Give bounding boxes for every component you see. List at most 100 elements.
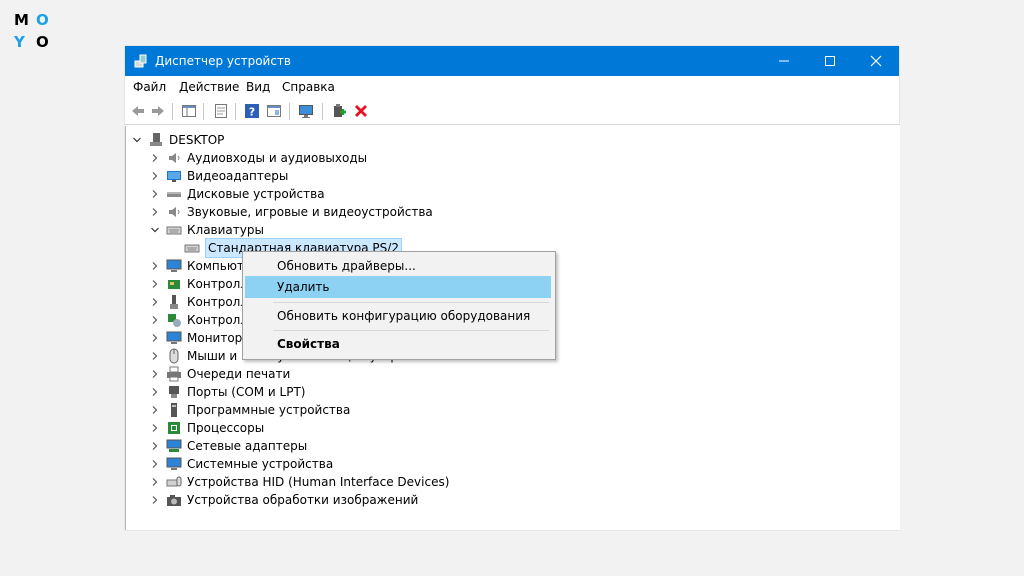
imaging-device-icon (167, 495, 181, 506)
context-menu-item-scan-hardware[interactable]: Обновить конфигурацию оборудования (245, 305, 551, 327)
speaker-icon (169, 153, 180, 163)
tree-item-label: Аудиовходы и аудиовыходы (187, 151, 368, 165)
context-menu-item-label: Удалить (277, 280, 330, 294)
tree-category[interactable]: Звуковые, игровые и видеоустройства (126, 203, 626, 221)
tree-category[interactable]: Сетевые адаптеры (126, 437, 626, 455)
tree-item-label: Устройства HID (Human Interface Devices) (187, 475, 450, 489)
chevron-right-icon[interactable] (150, 279, 160, 289)
chevron-down-icon[interactable] (150, 225, 160, 235)
tree-category[interactable]: Порты (COM и LPT) (126, 383, 626, 401)
tree-category[interactable]: Системные устройства (126, 455, 626, 473)
tree-category[interactable]: Аудиовходы и аудиовыходы (126, 149, 626, 167)
logo-letter: M (14, 11, 29, 29)
chevron-right-icon[interactable] (150, 441, 160, 451)
monitor-icon[interactable] (298, 103, 314, 119)
context-menu-item-label: Свойства (277, 337, 340, 351)
help-icon[interactable]: ? (244, 103, 260, 119)
context-menu-item-update-driver[interactable]: Обновить драйверы... (245, 255, 551, 277)
toolbar-separator (203, 103, 204, 120)
usb-icon (170, 295, 178, 309)
chevron-right-icon[interactable] (150, 261, 160, 271)
logo-letter: Y (14, 33, 25, 51)
maximize-button[interactable] (807, 46, 853, 76)
logo-letter: O (36, 11, 49, 29)
menu-file[interactable]: Файл (133, 80, 166, 94)
menu-help[interactable]: Справка (282, 80, 335, 94)
chevron-right-icon[interactable] (150, 459, 160, 469)
close-button[interactable] (853, 46, 899, 76)
maximize-icon (825, 56, 835, 66)
show-hide-tree-icon[interactable] (181, 103, 197, 119)
context-menu-item-uninstall[interactable]: Удалить (245, 276, 551, 298)
properties-icon[interactable] (213, 103, 229, 119)
chevron-right-icon[interactable] (150, 477, 160, 487)
chevron-right-icon[interactable] (150, 315, 160, 325)
network-adapter-icon (166, 439, 182, 452)
update-driver-icon[interactable] (331, 103, 347, 119)
tree-root[interactable]: DESKTOP (126, 131, 426, 149)
tree-item-label: Видеоадаптеры (187, 169, 289, 183)
chevron-right-icon[interactable] (150, 495, 160, 505)
tree-category[interactable]: Программные устройства (126, 401, 626, 419)
uninstall-icon[interactable] (353, 103, 369, 119)
window-title: Диспетчер устройств (155, 54, 292, 68)
context-menu-item-properties[interactable]: Свойства (245, 333, 551, 355)
chevron-right-icon[interactable] (150, 405, 160, 415)
back-arrow-icon[interactable] (130, 103, 146, 119)
printer-icon (167, 366, 181, 382)
speaker-icon (169, 207, 180, 217)
software-device-icon (171, 403, 177, 417)
context-menu: Обновить драйверы... Удалить Обновить ко… (242, 251, 556, 360)
keyboard-icon (184, 244, 200, 253)
chevron-right-icon[interactable] (150, 189, 160, 199)
tree-category[interactable]: Устройства HID (Human Interface Devices) (126, 473, 626, 491)
chevron-right-icon[interactable] (150, 297, 160, 307)
storage-controller-icon (168, 314, 181, 327)
tree-category[interactable]: Клавиатуры (126, 221, 626, 239)
chevron-right-icon[interactable] (150, 369, 160, 379)
chevron-right-icon[interactable] (150, 207, 160, 217)
forward-arrow-icon[interactable] (150, 103, 166, 119)
tree-category[interactable]: Дисковые устройства (126, 185, 626, 203)
processor-icon (168, 422, 180, 434)
minimize-button[interactable] (761, 46, 807, 76)
tree-item-label: Программные устройства (187, 403, 351, 417)
tree-category[interactable]: Очереди печати (126, 365, 626, 383)
computer-icon (166, 259, 182, 272)
monitor-icon (166, 331, 182, 344)
tree-item-label: Порты (COM и LPT) (187, 385, 306, 399)
port-icon (169, 386, 179, 398)
tree-item-label: Сетевые адаптеры (187, 439, 308, 453)
chevron-right-icon[interactable] (150, 333, 160, 343)
view-icon[interactable] (266, 103, 282, 119)
keyboard-icon (166, 226, 182, 235)
menu-view[interactable]: Вид (246, 80, 270, 94)
chevron-right-icon[interactable] (150, 351, 160, 361)
disk-drive-icon (167, 192, 181, 197)
minimize-icon (779, 60, 789, 62)
tree-item-label: Клавиатуры (187, 223, 264, 237)
context-menu-item-label: Обновить драйверы... (277, 259, 416, 273)
toolbar: ? (125, 98, 899, 125)
toolbar-separator (172, 103, 173, 120)
tree-category[interactable]: Устройства обработки изображений (126, 491, 626, 509)
tree-item-label: Дисковые устройства (187, 187, 325, 201)
tree-root-label: DESKTOP (169, 133, 225, 147)
tree-item-label: Звуковые, игровые и видеоустройства (187, 205, 433, 219)
tree-item-label: Процессоры (187, 421, 265, 435)
tree-item-label: Устройства обработки изображений (187, 493, 419, 507)
tree-category[interactable]: Процессоры (126, 419, 626, 437)
menu-bar: Файл Действие Вид Справка (125, 76, 899, 98)
tree-item-label: Системные устройства (187, 457, 334, 471)
chevron-right-icon[interactable] (150, 423, 160, 433)
chevron-right-icon[interactable] (150, 171, 160, 181)
tree-category[interactable]: Видеоадаптеры (126, 167, 626, 185)
chevron-down-icon[interactable] (132, 135, 142, 145)
context-menu-item-label: Обновить конфигурацию оборудования (277, 309, 531, 323)
title-bar[interactable]: Диспетчер устройств (125, 46, 899, 76)
menu-action[interactable]: Действие (179, 80, 239, 94)
chevron-right-icon[interactable] (150, 153, 160, 163)
chevron-right-icon[interactable] (150, 387, 160, 397)
context-menu-separator (273, 302, 549, 303)
toolbar-separator (322, 103, 323, 120)
